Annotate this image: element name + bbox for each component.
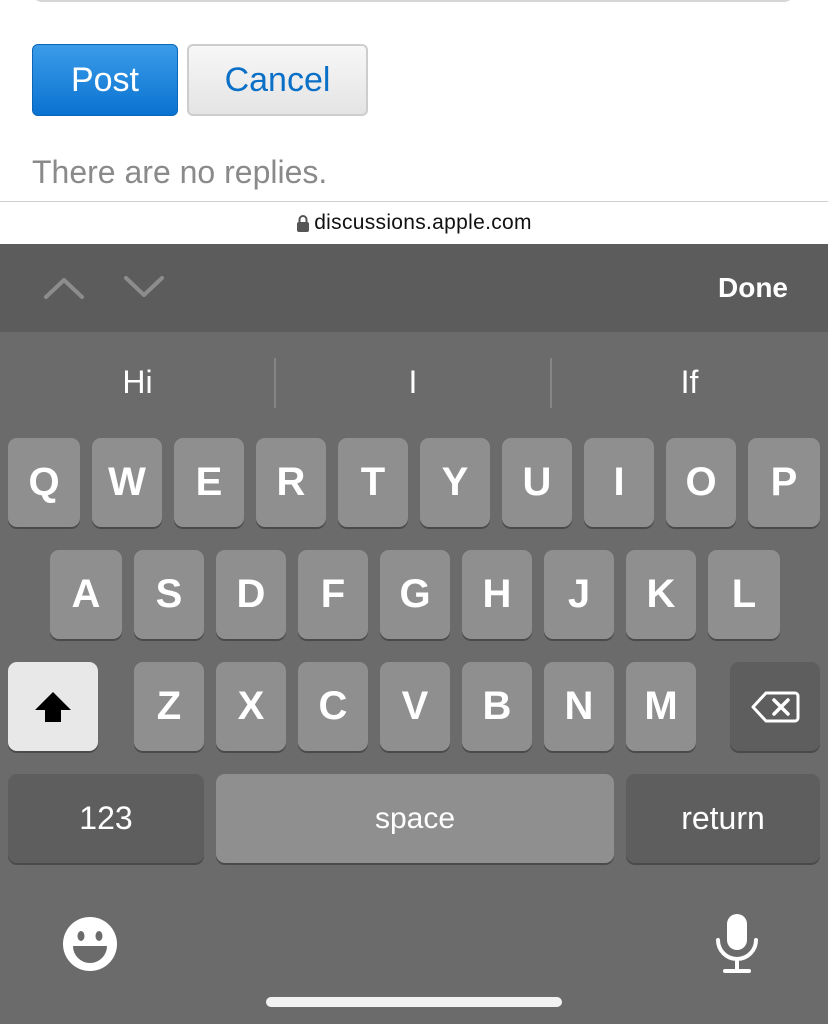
reply-textarea[interactable] [32, 0, 794, 2]
key-x[interactable]: X [216, 662, 286, 751]
key-q[interactable]: Q [8, 438, 80, 527]
delete-key[interactable] [730, 662, 820, 751]
key-z[interactable]: Z [134, 662, 204, 751]
key-r[interactable]: R [256, 438, 326, 527]
chevron-down-icon[interactable] [123, 272, 165, 302]
chevron-up-icon[interactable] [43, 272, 85, 302]
form-accessory-toolbar: Done [0, 244, 828, 332]
url-text: discussions.apple.com [314, 211, 532, 234]
key-k[interactable]: K [626, 550, 696, 639]
lock-icon [297, 215, 310, 232]
microphone-icon[interactable] [714, 912, 760, 974]
delete-icon [751, 691, 800, 722]
shift-key[interactable] [8, 662, 98, 751]
key-v[interactable]: V [380, 662, 450, 751]
key-n[interactable]: N [544, 662, 614, 751]
key-c[interactable]: C [298, 662, 368, 751]
emoji-icon[interactable] [62, 916, 118, 972]
cancel-button[interactable]: Cancel [187, 44, 368, 116]
suggestion-1[interactable]: Hi [0, 356, 275, 408]
return-key[interactable]: return [626, 774, 820, 863]
numbers-key[interactable]: 123 [8, 774, 204, 863]
key-j[interactable]: J [544, 550, 614, 639]
suggestion-divider [550, 358, 552, 408]
key-s[interactable]: S [134, 550, 204, 639]
no-replies-text: There are no replies. [32, 154, 328, 190]
key-g[interactable]: G [380, 550, 450, 639]
key-i[interactable]: I [584, 438, 654, 527]
done-button[interactable]: Done [718, 272, 788, 304]
key-y[interactable]: Y [420, 438, 490, 527]
key-e[interactable]: E [174, 438, 244, 527]
key-h[interactable]: H [462, 550, 532, 639]
browser-url-bar[interactable]: discussions.apple.com [0, 201, 828, 244]
suggestion-divider [274, 358, 276, 408]
key-l[interactable]: L [708, 550, 780, 639]
key-d[interactable]: D [216, 550, 286, 639]
key-u[interactable]: U [502, 438, 572, 527]
space-key[interactable]: space [216, 774, 614, 863]
suggestion-2[interactable]: I [276, 356, 550, 408]
key-b[interactable]: B [462, 662, 532, 751]
predictive-bar: Hi I If [0, 332, 828, 432]
suggestion-3[interactable]: If [551, 356, 828, 408]
post-button[interactable]: Post [32, 44, 178, 116]
home-indicator [266, 997, 562, 1007]
key-t[interactable]: T [338, 438, 408, 527]
key-w[interactable]: W [92, 438, 162, 527]
key-f[interactable]: F [298, 550, 368, 639]
key-a[interactable]: A [50, 550, 122, 639]
key-m[interactable]: M [626, 662, 696, 751]
key-p[interactable]: P [748, 438, 820, 527]
keyboard: Done Hi I If Q W E R T Y U I O P A S D F… [0, 244, 828, 1024]
key-o[interactable]: O [666, 438, 736, 527]
shift-icon [35, 691, 71, 722]
web-content: Post Cancel There are no replies. [0, 0, 828, 201]
